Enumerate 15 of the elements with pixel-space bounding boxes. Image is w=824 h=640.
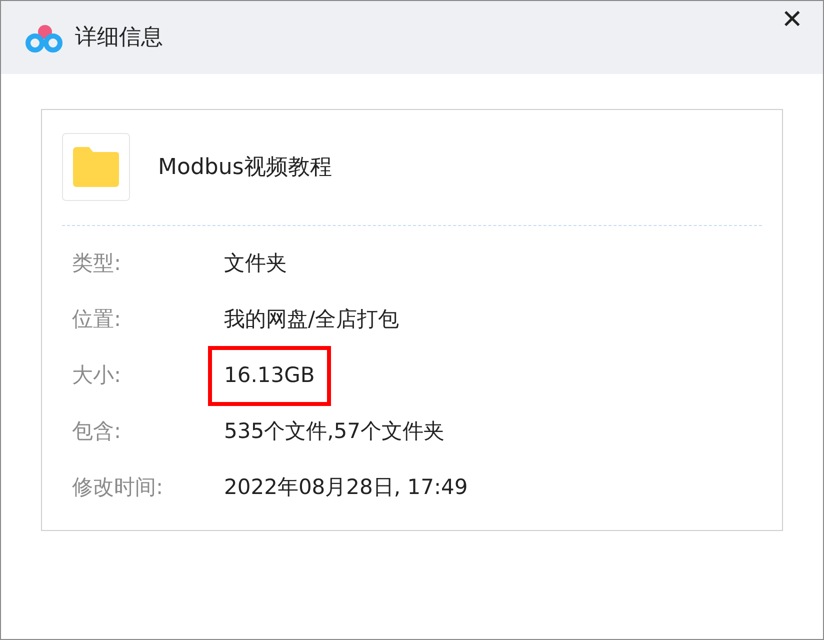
file-name: Modbus视频教程 bbox=[158, 154, 332, 182]
cloud-logo-icon bbox=[25, 22, 63, 52]
detail-value: 2022年08月28日, 17:49 bbox=[224, 474, 468, 502]
close-button[interactable]: ✕ bbox=[781, 7, 803, 33]
detail-label: 类型: bbox=[72, 250, 122, 278]
detail-value: 535个文件,57个文件夹 bbox=[224, 418, 444, 446]
detail-label: 包含: bbox=[72, 418, 122, 446]
detail-value: 文件夹 bbox=[224, 250, 287, 278]
detail-label: 大小: bbox=[72, 362, 122, 390]
folder-icon bbox=[71, 145, 121, 189]
window-title: 详细信息 bbox=[75, 24, 163, 52]
detail-value: 16.13GB bbox=[208, 346, 331, 406]
detail-label: 修改时间: bbox=[72, 474, 164, 502]
detail-label: 位置: bbox=[72, 306, 122, 334]
detail-value: 我的网盘/全店打包 bbox=[224, 306, 400, 334]
